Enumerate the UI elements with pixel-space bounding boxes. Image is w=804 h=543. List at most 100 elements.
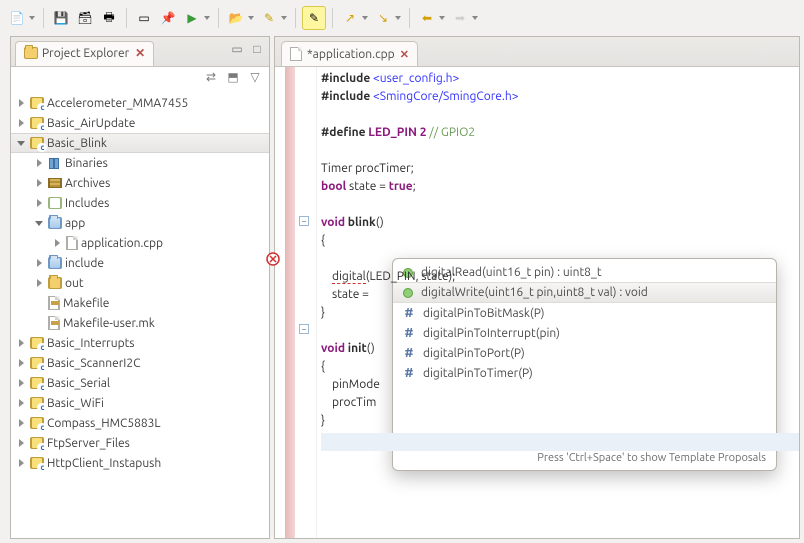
chevron-right-icon[interactable] (15, 337, 27, 349)
view-menu-icon[interactable]: ▽ (247, 69, 263, 85)
code-line[interactable]: { (321, 232, 799, 250)
link-editor-icon[interactable]: ⬒ (225, 69, 241, 85)
code-line[interactable]: { (321, 358, 799, 376)
tree-item-basic-interrupts[interactable]: Basic_Interrupts (11, 333, 269, 353)
code-line[interactable] (321, 322, 799, 340)
code-line[interactable]: void init() (321, 340, 799, 358)
tree-item-makefile[interactable]: Makefile (11, 293, 269, 313)
fold-icon (48, 277, 62, 289)
code-line[interactable]: procTim (321, 394, 799, 412)
chevron-right-icon[interactable] (33, 157, 45, 169)
tree-item-basic-scanneri2c[interactable]: Basic_ScannerI2C (11, 353, 269, 373)
tree-item-basic-serial[interactable]: Basic_Serial (11, 373, 269, 393)
chevron-right-icon[interactable] (15, 97, 27, 109)
editor-tab-application[interactable]: *application.cpp ✕ (281, 41, 418, 66)
separator (43, 8, 44, 28)
print-button[interactable]: 🖶 (98, 6, 120, 30)
prj-icon (30, 397, 44, 409)
code-line[interactable] (321, 106, 799, 124)
project-explorer-tab[interactable]: Project Explorer ✕ (15, 41, 154, 66)
prev-annotation-button[interactable]: ↗ (339, 6, 370, 30)
fold-gutter[interactable]: −− (295, 67, 317, 538)
open-button[interactable]: 📂 (225, 6, 256, 30)
mk-icon (48, 296, 60, 310)
tree-item-includes[interactable]: Includes (11, 193, 269, 213)
code-line[interactable]: Timer procTimer; (321, 160, 799, 178)
fold-toggle-icon[interactable]: − (297, 324, 311, 338)
chevron-down-icon[interactable] (15, 137, 27, 149)
pin-button[interactable]: 📌 (157, 6, 179, 30)
tree-item-basic-blink[interactable]: Basic_Blink (11, 133, 269, 153)
save-all-button[interactable]: 🗃 (74, 6, 96, 30)
editor-tabbar: *application.cpp ✕ (275, 37, 799, 67)
code-line[interactable]: void blink() (321, 214, 799, 232)
tree-item-httpclient-instapush[interactable]: HttpClient_Instapush (11, 453, 269, 473)
tree-item-label: Includes (65, 197, 109, 210)
tree-item-basic-wifi[interactable]: Basic_WiFi (11, 393, 269, 413)
error-icon[interactable] (265, 251, 281, 267)
cpp-file-icon (290, 47, 302, 61)
diff-margin (285, 67, 295, 538)
tree-item-compass-hmc5883l[interactable]: Compass_HMC5883L (11, 413, 269, 433)
tree-item-basic-airupdate[interactable]: Basic_AirUpdate (11, 113, 269, 133)
collapse-all-icon[interactable]: ⇄ (203, 69, 219, 85)
forward-button[interactable]: ➡ (449, 6, 480, 30)
build-button[interactable]: ▭ (133, 6, 155, 30)
chevron-right-icon[interactable] (33, 277, 45, 289)
code-line[interactable]: #define LED_PIN 2 // GPIO2 (321, 124, 799, 142)
tree-item-binaries[interactable]: Binaries (11, 153, 269, 173)
chevron-right-icon[interactable] (15, 417, 27, 429)
chevron-right-icon[interactable] (33, 177, 45, 189)
code-line[interactable]: state = (321, 286, 799, 304)
code-line[interactable]: } (321, 304, 799, 322)
tree-item-label: Basic_Blink (47, 137, 107, 150)
run-button[interactable]: ▶ (181, 6, 212, 30)
tree-item-app[interactable]: app (11, 213, 269, 233)
code-line[interactable]: bool state = true; (321, 178, 799, 196)
tree-item-ftpserver-files[interactable]: FtpServer_Files (11, 433, 269, 453)
marker-button[interactable]: ✎ (258, 6, 289, 30)
tree-item-label: Archives (65, 177, 110, 190)
code-line[interactable]: } (321, 412, 799, 430)
chevron-right-icon[interactable] (15, 357, 27, 369)
code-line[interactable]: #include <SmingCore/SmingCore.h> (321, 88, 799, 106)
chevron-right-icon[interactable] (15, 377, 27, 389)
close-icon[interactable]: ✕ (400, 48, 409, 61)
tree-item-include[interactable]: include (11, 253, 269, 273)
separator (409, 8, 410, 28)
new-button[interactable]: 📄 (6, 6, 37, 30)
tree-item-out[interactable]: out (11, 273, 269, 293)
chevron-right-icon[interactable] (33, 197, 45, 209)
tree-item-label: application.cpp (81, 237, 163, 250)
project-explorer-panel: Project Explorer ✕ ▭ □ ⇄ ⬒ ▽ Acceleromet… (10, 36, 270, 539)
tree-item-label: Basic_WiFi (47, 397, 104, 410)
chevron-right-icon[interactable] (15, 437, 27, 449)
back-button[interactable]: ⬅ (416, 6, 447, 30)
chevron-right-icon[interactable] (15, 117, 27, 129)
project-tree[interactable]: ⇄ ⬒ ▽ Accelerometer_MMA7455 Basic_AirUpda… (11, 67, 269, 538)
fold-toggle-icon[interactable]: − (297, 216, 311, 230)
chevron-right-icon[interactable] (15, 397, 27, 409)
tree-item-accelerometer-mma7455[interactable]: Accelerometer_MMA7455 (11, 93, 269, 113)
minimize-icon[interactable]: ▭ (229, 41, 245, 57)
next-annotation-button[interactable]: ↘ (372, 6, 403, 30)
save-button[interactable]: 💾 (50, 6, 72, 30)
tree-item-makefile-user-mk[interactable]: Makefile-user.mk (11, 313, 269, 333)
tree-item-label: Accelerometer_MMA7455 (47, 97, 188, 110)
code-line[interactable] (321, 196, 799, 214)
code-line[interactable]: #include <user_config.h> (321, 70, 799, 88)
code-line[interactable] (321, 142, 799, 160)
chevron-right-icon[interactable] (15, 457, 27, 469)
chevron-right-icon[interactable] (51, 237, 63, 249)
tree-item-archives[interactable]: Archives (11, 173, 269, 193)
chevron-down-icon[interactable] (33, 217, 45, 229)
maximize-icon[interactable]: □ (249, 41, 265, 57)
highlight-button[interactable]: ✎ (302, 6, 326, 30)
tree-item-application-cpp[interactable]: application.cpp (11, 233, 269, 253)
chevron-right-icon[interactable] (33, 257, 45, 269)
code-line[interactable]: digital(LED_PIN, state); (321, 268, 799, 286)
tree-item-label: HttpClient_Instapush (47, 457, 161, 470)
tree-item-label: Makefile (63, 297, 109, 310)
close-icon[interactable]: ✕ (135, 46, 145, 60)
code-line[interactable]: pinMode (321, 376, 799, 394)
